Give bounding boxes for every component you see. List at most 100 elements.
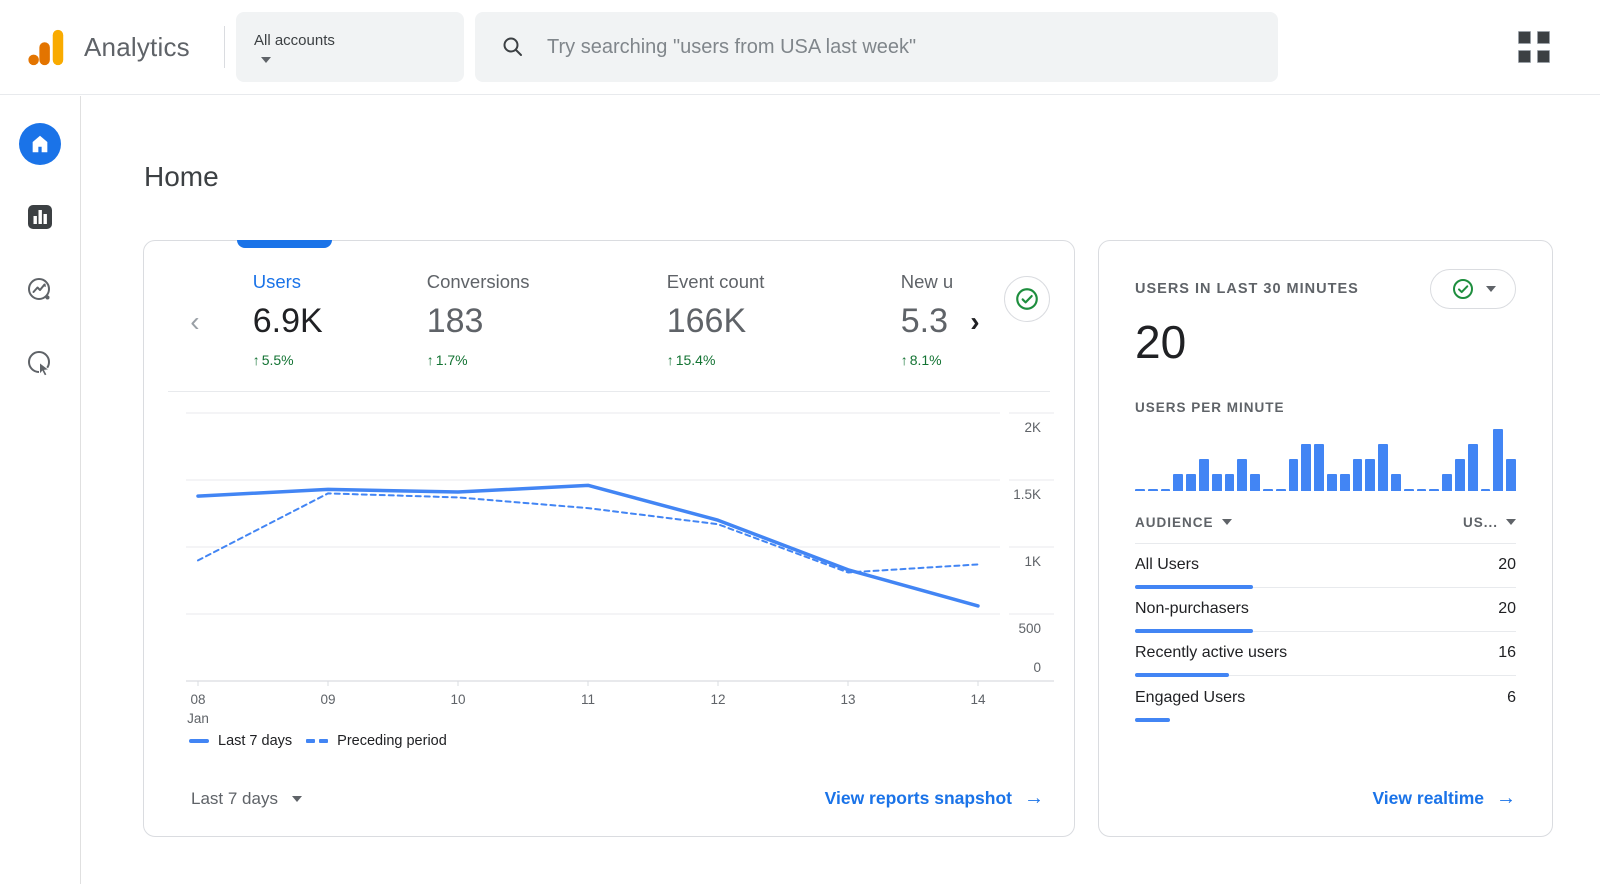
chevron-down-icon [292,796,302,802]
realtime-header: USERS IN LAST 30 MINUTES [1135,269,1516,309]
svg-text:09: 09 [320,692,335,707]
brand-name: Analytics [84,32,190,63]
legend-label: Last 7 days [218,733,292,749]
metric-value: 5.3 [901,302,964,341]
minute-bar [1135,489,1145,491]
minute-bar [1225,474,1235,491]
metric-tab-event-count[interactable]: Event count166K↑15.4% [667,271,901,391]
sort-caret-icon [1506,519,1516,525]
account-switcher[interactable]: All accounts [236,12,464,82]
grid-square [1518,31,1531,44]
audience-name: All Users [1135,556,1199,574]
metric-tab-conversions[interactable]: Conversions183↑1.7% [427,271,667,391]
audience-row: Non-purchasers20 [1135,588,1516,632]
audience-row: All Users20 [1135,544,1516,588]
metric-tab-users[interactable]: Users6.9K↑5.5% [253,271,427,391]
view-realtime-link[interactable]: View realtime → [1372,787,1516,810]
account-switcher-label: All accounts [254,32,446,49]
svg-text:0: 0 [1033,660,1041,675]
minute-bar [1148,489,1158,491]
legend-item-previous: Preceding period [306,733,447,749]
chart-series-solid [198,485,978,606]
minute-bar [1417,489,1427,491]
advertising-click-icon [26,349,54,377]
minute-bar [1173,474,1183,491]
audience-users-count: 6 [1507,689,1516,707]
legend-label: Preceding period [337,733,447,749]
minute-bar [1340,474,1350,491]
sidebar-item-explore[interactable] [19,269,61,311]
date-range-selector[interactable]: Last 7 days [191,789,302,809]
overview-card-footer: Last 7 days View reports snapshot → [144,787,1074,836]
metric-value: 183 [427,302,667,341]
audience-row: Engaged Users6 [1135,676,1516,720]
svg-text:500: 500 [1018,621,1041,636]
minute-bar [1455,459,1465,491]
search-icon [501,35,525,59]
left-sidebar [0,96,81,884]
home-icon [29,133,51,155]
apps-grid-icon[interactable] [1518,31,1550,63]
users-per-minute-label: USERS PER MINUTE [1135,400,1516,415]
topbar-divider [224,26,225,68]
minute-bar [1161,489,1171,491]
view-reports-snapshot-link[interactable]: View reports snapshot → [825,787,1044,810]
minute-bar [1263,489,1273,491]
active-tab-indicator [237,240,332,248]
search-bar[interactable] [475,12,1278,82]
column-label: US... [1463,515,1498,530]
metric-label: Users [253,271,427,293]
metric-tab-new-u[interactable]: New u5.3↑8.1% [901,271,964,391]
metrics-list: Users6.9K↑5.5%Conversions183↑1.7%Event c… [253,271,964,391]
minute-bar [1289,459,1299,491]
solid-line-swatch [189,739,209,743]
realtime-title: USERS IN LAST 30 MINUTES [1135,281,1359,297]
users-last-30min-value: 20 [1135,317,1516,368]
svg-text:13: 13 [840,692,855,707]
svg-text:10: 10 [450,692,465,707]
up-arrow-icon: ↑ [901,352,908,368]
metric-delta: ↑8.1% [901,352,964,368]
svg-text:14: 14 [970,692,986,707]
realtime-footer: View realtime → [1135,787,1516,810]
minute-bar [1199,459,1209,491]
check-circle-icon [1451,277,1475,301]
audience-proportion-bar [1135,718,1170,722]
audience-name: Recently active users [1135,644,1287,662]
realtime-status-dropdown[interactable] [1430,269,1516,309]
scroll-metrics-right-button[interactable]: › [964,308,986,336]
explore-icon [26,276,54,304]
overview-card: ‹ Users6.9K↑5.5%Conversions183↑1.7%Event… [143,240,1075,837]
search-input[interactable] [547,36,1252,59]
svg-text:1.5K: 1.5K [1013,487,1041,502]
sidebar-item-advertising[interactable] [19,342,61,384]
dashed-line-swatch [306,739,328,743]
metrics-row: ‹ Users6.9K↑5.5%Conversions183↑1.7%Event… [168,241,1050,392]
minute-bar [1365,459,1375,491]
users-column-header[interactable]: US... [1463,515,1516,530]
legend-item-current: Last 7 days [189,733,292,749]
scroll-metrics-left-button[interactable]: ‹ [182,308,208,336]
metric-delta: ↑1.7% [427,352,667,368]
chart-series-dashed [198,493,978,572]
audience-column-header[interactable]: AUDIENCE [1135,515,1232,530]
column-label: AUDIENCE [1135,515,1214,530]
svg-text:1K: 1K [1024,554,1041,569]
svg-text:2K: 2K [1024,420,1041,435]
metric-value: 166K [667,302,901,341]
sidebar-item-home[interactable] [19,123,61,165]
sidebar-item-reports[interactable] [19,196,61,238]
metric-delta: ↑15.4% [667,352,901,368]
minute-bar [1404,489,1414,491]
minute-bar [1468,444,1478,491]
minute-bar [1314,444,1324,491]
data-quality-check-button[interactable] [1004,276,1050,322]
chart-legend: Last 7 days Preceding period [189,733,1074,749]
analytics-logo[interactable]: Analytics [0,26,224,68]
minute-bar [1506,459,1516,491]
minute-bar [1493,429,1503,491]
audience-table-header: AUDIENCE US... [1135,515,1516,544]
minute-bar [1481,489,1491,491]
page-title: Home [144,161,219,193]
top-bar: Analytics All accounts [0,0,1600,95]
